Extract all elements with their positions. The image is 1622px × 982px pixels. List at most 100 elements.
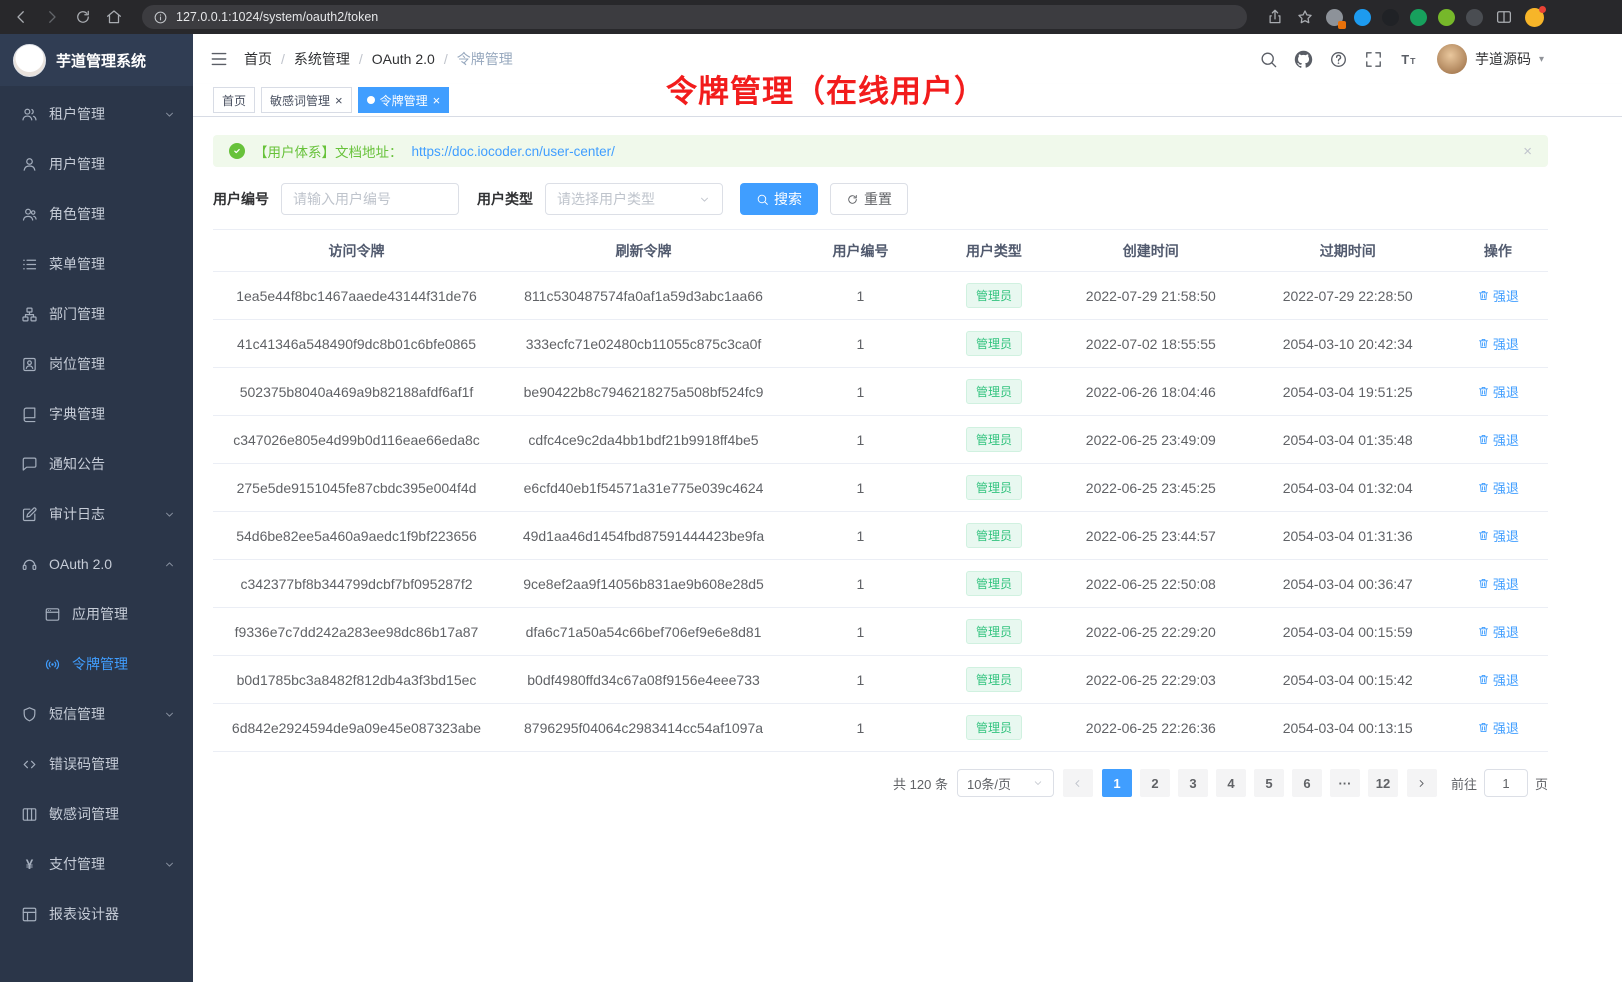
sidebar-item-menu[interactable]: 菜单管理 <box>0 239 193 289</box>
force-logout-button[interactable]: 强退 <box>1477 382 1519 401</box>
breadcrumb-item[interactable]: 首页 <box>244 49 272 69</box>
cell-actions: 强退 <box>1448 320 1548 368</box>
browser-profile-avatar[interactable] <box>1525 8 1544 27</box>
pager-page[interactable]: 4 <box>1216 769 1246 797</box>
dept-icon <box>21 306 38 323</box>
browser-chrome: 127.0.0.1:1024/system/oauth2/token <box>0 0 1622 34</box>
sidebar-collapse-icon[interactable] <box>209 49 229 69</box>
tab-home[interactable]: 首页 <box>213 87 255 113</box>
force-logout-button[interactable]: 强退 <box>1477 286 1519 305</box>
sidebar-item-oauth-app[interactable]: 应用管理 <box>0 589 193 639</box>
goto-page-input[interactable] <box>1484 769 1528 797</box>
cell-user-type: 管理员 <box>934 272 1054 320</box>
share-icon[interactable] <box>1266 8 1284 26</box>
page-size-select[interactable]: 10条/页 <box>957 769 1054 797</box>
sidebar-item-report[interactable]: 报表设计器 <box>0 889 193 939</box>
sidebar-item-sms[interactable]: 短信管理 <box>0 689 193 739</box>
table-row: 41c41346a548490f9dc8b01c6bfe0865333ecfc7… <box>213 320 1548 368</box>
extension-icon[interactable] <box>1354 9 1371 26</box>
search-button[interactable]: 搜索 <box>740 183 818 215</box>
cell-expire-time: 2022-07-29 22:28:50 <box>1248 272 1448 320</box>
tab-close-icon[interactable]: × <box>433 94 441 107</box>
user-avatar <box>1437 44 1467 74</box>
force-logout-button[interactable]: 强退 <box>1477 574 1519 593</box>
pager-page[interactable]: 12 <box>1368 769 1398 797</box>
extension-icon[interactable] <box>1382 9 1399 26</box>
sidebar-item-errorcode[interactable]: 错误码管理 <box>0 739 193 789</box>
pager-page[interactable]: 2 <box>1140 769 1170 797</box>
force-logout-button[interactable]: 强退 <box>1477 670 1519 689</box>
sidebar-item-oauth-token[interactable]: 令牌管理 <box>0 639 193 689</box>
cell-refresh-token: b0df4980ffd34c67a08f9156e4eee733 <box>500 656 787 704</box>
trash-icon <box>1477 481 1490 494</box>
pager-page[interactable]: 6 <box>1292 769 1322 797</box>
trash-icon <box>1477 433 1490 446</box>
search-icon[interactable] <box>1259 50 1278 69</box>
user-type-select[interactable]: 请选择用户类型 <box>545 183 723 215</box>
breadcrumb-item[interactable]: OAuth 2.0 <box>372 51 435 67</box>
pager-more[interactable]: ··· <box>1330 769 1360 797</box>
cell-expire-time: 2054-03-10 20:42:34 <box>1248 320 1448 368</box>
pager-page[interactable]: 5 <box>1254 769 1284 797</box>
sidebar-item-post[interactable]: 岗位管理 <box>0 339 193 389</box>
star-icon[interactable] <box>1296 8 1314 26</box>
extension-icon[interactable] <box>1466 9 1483 26</box>
doc-link[interactable]: https://doc.iocoder.cn/user-center/ <box>412 144 615 159</box>
back-icon[interactable] <box>12 8 30 26</box>
fullscreen-icon[interactable] <box>1364 50 1383 69</box>
sidebar-item-tenant[interactable]: 租户管理 <box>0 89 193 139</box>
user-id-input[interactable] <box>281 183 459 215</box>
reload-icon[interactable] <box>74 8 92 26</box>
force-logout-label: 强退 <box>1493 382 1519 401</box>
sidebar-item-notice[interactable]: 通知公告 <box>0 439 193 489</box>
breadcrumb-item[interactable]: 系统管理 <box>294 49 350 69</box>
url-bar[interactable]: 127.0.0.1:1024/system/oauth2/token <box>142 5 1247 29</box>
font-size-icon[interactable]: TT <box>1399 50 1418 69</box>
sidebar-item-label: 岗位管理 <box>49 354 176 374</box>
info-icon[interactable] <box>153 10 168 25</box>
sidebar-item-oauth[interactable]: OAuth 2.0 <box>0 539 193 589</box>
table-row: b0d1785bc3a8482f812db4a3f3bd15ecb0df4980… <box>213 656 1548 704</box>
question-icon[interactable] <box>1329 50 1348 69</box>
reader-mode-icon[interactable] <box>1495 8 1513 26</box>
force-logout-button[interactable]: 强退 <box>1477 718 1519 737</box>
alert-close-icon[interactable]: × <box>1523 143 1532 160</box>
annotation-text: 令牌管理（在线用户） <box>666 66 986 111</box>
prev-page-button[interactable] <box>1063 769 1093 797</box>
sidebar-item-dict[interactable]: 字典管理 <box>0 389 193 439</box>
cell-user-id: 1 <box>787 320 934 368</box>
force-logout-button[interactable]: 强退 <box>1477 622 1519 641</box>
next-page-button[interactable] <box>1407 769 1437 797</box>
sidebar-item-pay[interactable]: ¥支付管理 <box>0 839 193 889</box>
sidebar-item-user[interactable]: 用户管理 <box>0 139 193 189</box>
home-icon[interactable] <box>105 8 123 26</box>
sidebar-item-dept[interactable]: 部门管理 <box>0 289 193 339</box>
tab-close-icon[interactable]: × <box>335 94 343 107</box>
cell-access-token: c347026e805e4d99b0d116eae66eda8c <box>213 416 500 464</box>
sidebar-item-sensitive[interactable]: 敏感词管理 <box>0 789 193 839</box>
extension-icon[interactable] <box>1410 9 1427 26</box>
page-content: 【用户体系】文档地址： https://doc.iocoder.cn/user-… <box>193 117 1622 982</box>
sidebar-item-label: 用户管理 <box>49 154 176 174</box>
github-icon[interactable] <box>1294 50 1313 69</box>
forward-icon[interactable] <box>43 8 61 26</box>
sidebar-item-label: 应用管理 <box>72 604 176 624</box>
chevron-down-icon <box>163 108 176 121</box>
force-logout-button[interactable]: 强退 <box>1477 526 1519 545</box>
pager-page[interactable]: 1 <box>1102 769 1132 797</box>
tab-sensitive[interactable]: 敏感词管理× <box>261 87 352 113</box>
user-menu[interactable]: 芋道源码 ▾ <box>1437 44 1544 74</box>
pager-page[interactable]: 3 <box>1178 769 1208 797</box>
extension-icon[interactable] <box>1326 9 1343 26</box>
sidebar-item-role[interactable]: 角色管理 <box>0 189 193 239</box>
sidebar-item-label: 通知公告 <box>49 454 176 474</box>
cell-refresh-token: 333ecfc71e02480cb11055c875c3ca0f <box>500 320 787 368</box>
force-logout-button[interactable]: 强退 <box>1477 430 1519 449</box>
reset-button[interactable]: 重置 <box>830 183 908 215</box>
tab-token[interactable]: 令牌管理× <box>358 87 450 113</box>
force-logout-button[interactable]: 强退 <box>1477 478 1519 497</box>
force-logout-button[interactable]: 强退 <box>1477 334 1519 353</box>
sidebar-item-audit[interactable]: 审计日志 <box>0 489 193 539</box>
app-logo[interactable]: 芋道管理系统 <box>0 34 193 86</box>
extension-icon[interactable] <box>1438 9 1455 26</box>
